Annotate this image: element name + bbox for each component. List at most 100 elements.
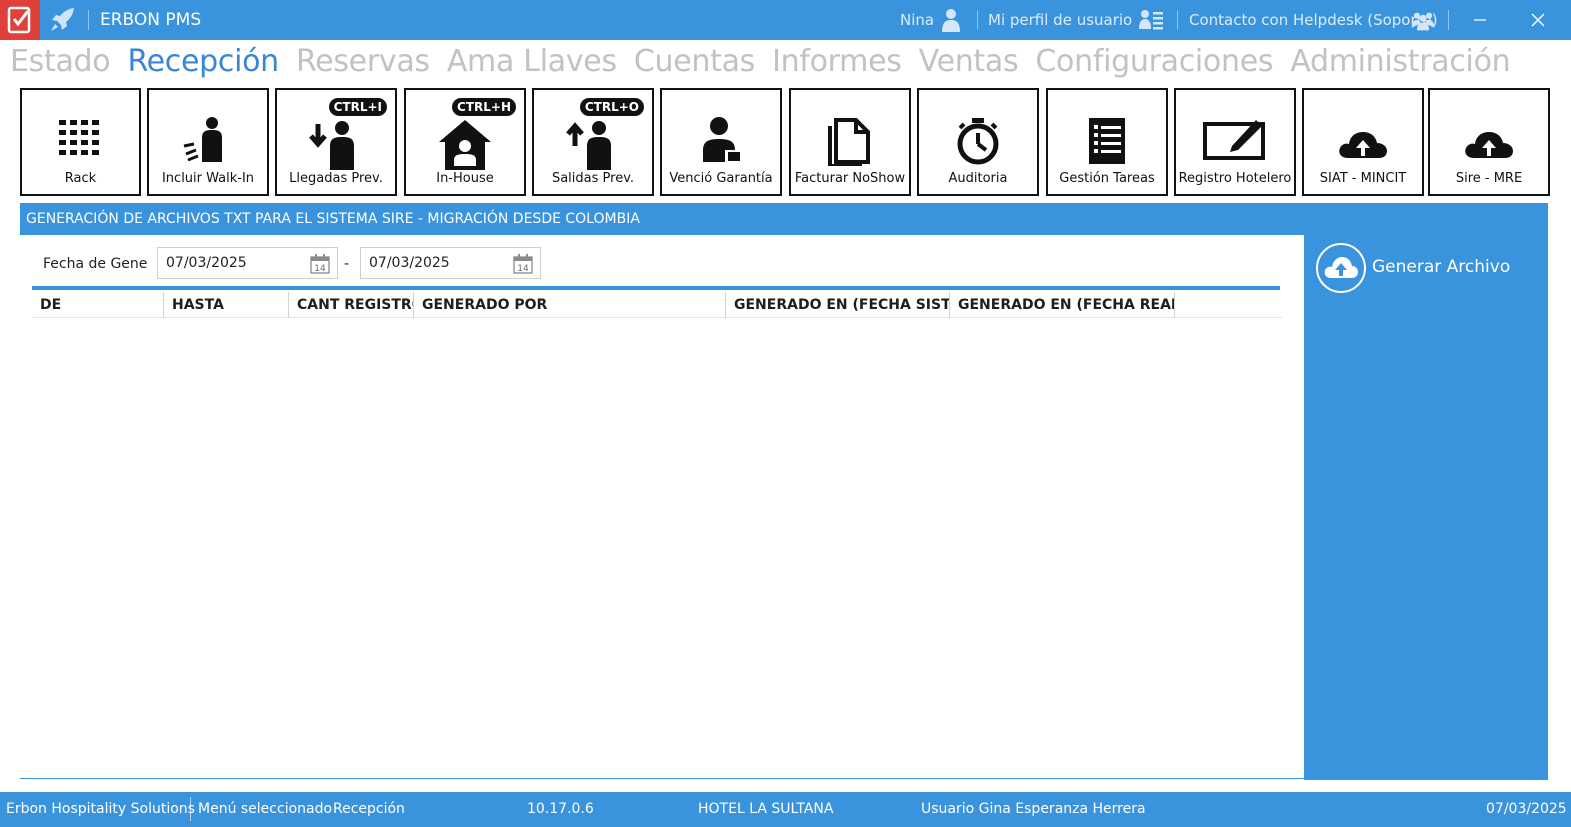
in-house-button[interactable]: CTRL+H In-House bbox=[404, 88, 526, 196]
generate-file-circle bbox=[1316, 243, 1366, 293]
menu-recepcion[interactable]: Recepción bbox=[127, 44, 279, 79]
calendar-day: 14 bbox=[517, 264, 529, 274]
generate-file-label: Generar Archivo bbox=[1372, 257, 1511, 277]
menu-reservas[interactable]: Reservas bbox=[296, 44, 430, 79]
grid-header: DE HASTA CANT REGISTROS GENERADO POR GEN… bbox=[32, 292, 1282, 318]
task-management-label: Gestión Tareas bbox=[1059, 171, 1155, 186]
siat-mincit-button[interactable]: SIAT - MINCIT bbox=[1302, 88, 1424, 196]
column-header-cant-registros[interactable]: CANT REGISTROS bbox=[289, 292, 414, 318]
expired-guarantee-label: Venció Garantía bbox=[669, 171, 773, 186]
status-bar: Erbon Hospitality Solutions Menú selecci… bbox=[0, 792, 1571, 827]
panel-title: GENERACIÓN DE ARCHIVOS TXT PARA EL SISTE… bbox=[20, 203, 1548, 235]
hotel-name: HOTEL LA SULTANA bbox=[698, 801, 834, 817]
grid-top-border bbox=[32, 286, 1280, 290]
user-icon[interactable] bbox=[938, 7, 964, 33]
calendar-day: 14 bbox=[314, 264, 326, 274]
title-separator bbox=[1177, 10, 1178, 30]
stopwatch-icon bbox=[957, 118, 999, 165]
panel-bottom-border bbox=[20, 778, 1304, 779]
support-group-icon[interactable] bbox=[1410, 7, 1436, 33]
version-number: 10.17.0.6 bbox=[527, 801, 594, 817]
user-name[interactable]: Nina bbox=[900, 11, 934, 29]
generate-file-button[interactable]: Generar Archivo bbox=[1316, 243, 1536, 295]
cloud-upload-icon bbox=[1465, 132, 1513, 158]
calendar-icon[interactable]: 14 bbox=[512, 253, 534, 275]
calendar-icon[interactable]: 14 bbox=[309, 253, 331, 275]
menu-administracion[interactable]: Administración bbox=[1290, 44, 1510, 79]
generation-date-label: Fecha de Generación bbox=[43, 256, 147, 272]
main-menu: Estado Recepción Reservas Ama Llaves Cue… bbox=[10, 44, 1522, 88]
column-header-generado-por[interactable]: GENERADO POR bbox=[414, 292, 726, 318]
column-header-fecha-real[interactable]: GENERADO EN (FECHA REAL) bbox=[950, 292, 1175, 318]
departure-icon bbox=[566, 121, 611, 170]
guarantee-icon bbox=[703, 117, 741, 162]
grid-icon bbox=[58, 120, 99, 155]
current-user: Usuario Gina Esperanza Herrera bbox=[921, 801, 1146, 817]
close-icon[interactable] bbox=[1526, 8, 1550, 32]
column-header-fecha-sistema[interactable]: GENERADO EN (FECHA SISTEMA) bbox=[726, 292, 950, 318]
menu-estado[interactable]: Estado bbox=[10, 44, 111, 79]
arrival-icon bbox=[309, 121, 354, 170]
minimize-icon[interactable] bbox=[1468, 8, 1492, 32]
date-from-field[interactable]: 14 bbox=[157, 247, 338, 279]
hotel-registry-button[interactable]: Registro Hotelero bbox=[1174, 88, 1296, 196]
arrivals-label: Llegadas Prev. bbox=[289, 171, 383, 186]
departures-label: Salidas Prev. bbox=[551, 171, 635, 186]
company-name: Erbon Hospitality Solutions bbox=[6, 801, 195, 817]
invoice-noshow-label: Facturar NoShow bbox=[794, 171, 906, 186]
sire-mre-label: Sire - MRE bbox=[1455, 171, 1523, 186]
cloud-upload-icon bbox=[1324, 257, 1358, 278]
arrivals-button[interactable]: CTRL+I Llegadas Prev. bbox=[275, 88, 397, 196]
title-separator bbox=[977, 10, 978, 30]
app-title: ERBON PMS bbox=[100, 10, 202, 30]
app-logo-icon bbox=[0, 0, 40, 40]
title-bar: ERBON PMS Nina Mi perfil de usuario Cont… bbox=[0, 0, 1571, 40]
departures-button[interactable]: CTRL+O Salidas Prev. bbox=[532, 88, 654, 196]
cloud-upload-icon bbox=[1339, 132, 1387, 158]
date-to-field[interactable]: 14 bbox=[360, 247, 541, 279]
date-range-separator: - bbox=[344, 256, 350, 272]
rocket-icon[interactable] bbox=[48, 6, 78, 34]
in-house-label: In-House bbox=[436, 171, 494, 186]
action-side-panel: Generar Archivo bbox=[1304, 235, 1548, 780]
status-separator bbox=[190, 797, 191, 821]
date-from-input[interactable] bbox=[158, 248, 306, 278]
shortcut-badge: CTRL+H bbox=[452, 98, 516, 116]
column-header-hasta[interactable]: HASTA bbox=[164, 292, 289, 318]
shortcut-badge: CTRL+I bbox=[328, 98, 387, 116]
menu-ama-llaves[interactable]: Ama Llaves bbox=[447, 44, 617, 79]
current-date: 07/03/2025 bbox=[1486, 801, 1567, 817]
siat-mincit-label: SIAT - MINCIT bbox=[1319, 171, 1407, 186]
menu-cuentas[interactable]: Cuentas bbox=[634, 44, 755, 79]
walk-in-icon bbox=[183, 117, 222, 162]
menu-selected-value: Recepción bbox=[333, 801, 405, 817]
expired-guarantee-button[interactable]: Venció Garantía bbox=[660, 88, 782, 196]
walk-in-button[interactable]: Incluir Walk-In bbox=[147, 88, 269, 196]
title-separator bbox=[88, 10, 89, 30]
profile-link[interactable]: Mi perfil de usuario bbox=[988, 11, 1132, 29]
column-header-de[interactable]: DE bbox=[32, 292, 164, 318]
user-profile-list-icon[interactable] bbox=[1138, 7, 1164, 33]
task-list-icon bbox=[1089, 118, 1125, 164]
task-management-button[interactable]: Gestión Tareas bbox=[1046, 88, 1168, 196]
menu-selected-label: Menú seleccionado bbox=[198, 801, 333, 817]
menu-configuraciones[interactable]: Configuraciones bbox=[1035, 44, 1273, 79]
audit-label: Auditoria bbox=[948, 171, 1008, 186]
invoice-noshow-button[interactable]: Facturar NoShow bbox=[789, 88, 911, 196]
title-separator bbox=[1448, 10, 1449, 30]
audit-button[interactable]: Auditoria bbox=[917, 88, 1039, 196]
helpdesk-link[interactable]: Contacto con Helpdesk (Soporte) bbox=[1189, 11, 1438, 29]
menu-informes[interactable]: Informes bbox=[772, 44, 902, 79]
hotel-registry-label: Registro Hotelero bbox=[1178, 171, 1292, 186]
grid-body[interactable] bbox=[32, 319, 1282, 774]
date-to-input[interactable] bbox=[361, 248, 509, 278]
shortcut-badge: CTRL+O bbox=[579, 98, 644, 116]
rack-label: Rack bbox=[64, 171, 97, 186]
edit-icon bbox=[1203, 120, 1265, 160]
house-icon bbox=[439, 120, 491, 170]
walk-in-label: Incluir Walk-In bbox=[161, 171, 255, 186]
sire-mre-button[interactable]: Sire - MRE bbox=[1428, 88, 1550, 196]
menu-ventas[interactable]: Ventas bbox=[919, 44, 1019, 79]
rack-button[interactable]: Rack bbox=[20, 88, 141, 196]
document-icon bbox=[828, 118, 870, 166]
